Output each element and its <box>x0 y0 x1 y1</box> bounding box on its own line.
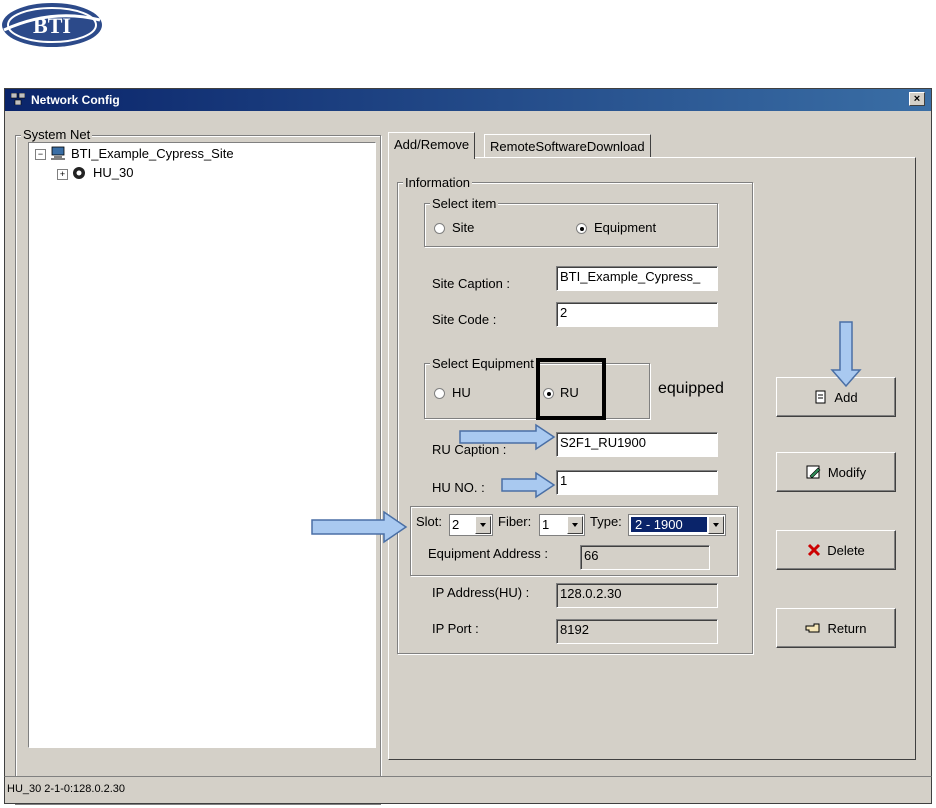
delete-button-label: Delete <box>827 542 865 558</box>
add-button-label: Add <box>834 389 858 405</box>
information-label: Information <box>403 175 473 190</box>
equipment-address-field: 66 <box>580 545 710 570</box>
modify-icon <box>806 465 821 479</box>
type-select[interactable]: 2 - 1900 <box>628 514 726 536</box>
delete-x-icon <box>808 543 821 557</box>
fiber-label: Fiber: <box>498 514 532 529</box>
hu-no-input[interactable]: 1 <box>556 470 718 495</box>
return-button-label: Return <box>827 620 867 636</box>
type-label: Type: <box>590 514 622 529</box>
tab-add-remove[interactable]: Add/Remove <box>388 132 476 159</box>
highlight-box <box>536 358 606 420</box>
window-title: Network Config <box>31 93 120 107</box>
system-net-tree[interactable]: − BTI_Example_Cypress_Site + HU_30 <box>28 142 376 748</box>
slot-label: Slot: <box>416 514 443 529</box>
return-button[interactable]: Return <box>776 608 896 648</box>
network-app-icon <box>11 93 25 105</box>
select-item-label: Select item <box>430 196 499 211</box>
chevron-down-icon[interactable] <box>475 516 491 534</box>
ru-caption-input[interactable]: S2F1_RU1900 <box>556 432 718 457</box>
tab-remote-software-download[interactable]: RemoteSoftwareDownload <box>484 134 651 158</box>
modify-button-label: Modify <box>827 464 867 480</box>
tree-item-site[interactable]: BTI_Example_Cypress_Site <box>71 146 234 161</box>
tree-item-hu[interactable]: HU_30 <box>93 165 133 180</box>
radio-site-label: Site <box>452 220 475 235</box>
ru-caption-label: RU Caption : <box>432 442 507 457</box>
delete-button[interactable]: Delete <box>776 530 896 570</box>
title-bar[interactable]: Network Config × <box>5 89 931 111</box>
site-caption-input[interactable]: BTI_Example_Cypress_ <box>556 266 718 291</box>
radio-equipment[interactable] <box>576 223 587 234</box>
add-button[interactable]: Add <box>776 377 896 417</box>
chevron-down-icon[interactable] <box>708 516 724 534</box>
site-caption-label: Site Caption : <box>432 276 511 291</box>
slot-value: 2 <box>452 517 460 532</box>
status-bar: HU_30 2-1-0:128.0.2.30 <box>4 776 932 804</box>
equipment-address-label: Equipment Address : <box>428 546 548 561</box>
fiber-select[interactable]: 1 <box>539 514 585 536</box>
site-code-label: Site Code : <box>432 312 497 327</box>
slot-select[interactable]: 2 <box>449 514 493 536</box>
expand-icon[interactable]: + <box>57 169 68 180</box>
pointing-hand-icon <box>805 623 820 633</box>
site-code-input[interactable]: 2 <box>556 302 718 327</box>
ip-address-label: IP Address(HU) : <box>432 585 530 600</box>
select-equipment-label: Select Equipment <box>430 356 536 371</box>
fiber-value: 1 <box>542 517 550 532</box>
hu-unit-icon <box>73 167 85 179</box>
collapse-icon[interactable]: − <box>35 149 46 160</box>
chevron-down-icon[interactable] <box>567 516 583 534</box>
add-document-icon <box>815 390 826 404</box>
modify-button[interactable]: Modify <box>776 452 896 492</box>
system-net-label: System Net <box>21 127 93 142</box>
hu-no-label: HU NO. : <box>432 480 485 495</box>
ip-port-label: IP Port : <box>432 621 479 636</box>
radio-site[interactable] <box>434 223 445 234</box>
logo-text: BTI <box>33 13 71 38</box>
ip-address-field: 128.0.2.30 <box>556 583 718 608</box>
close-button[interactable]: × <box>909 92 925 106</box>
ip-port-field: 8192 <box>556 619 718 644</box>
radio-hu[interactable] <box>434 388 445 399</box>
bti-logo: BTI <box>0 0 102 50</box>
type-value: 2 - 1900 <box>631 517 707 532</box>
radio-equipment-label: Equipment <box>594 220 657 235</box>
radio-hu-label: HU <box>452 385 471 400</box>
status-text: HU_30 2-1-0:128.0.2.30 <box>7 783 126 795</box>
site-computer-icon <box>51 146 65 160</box>
equipped-annotation: equipped <box>658 380 724 397</box>
